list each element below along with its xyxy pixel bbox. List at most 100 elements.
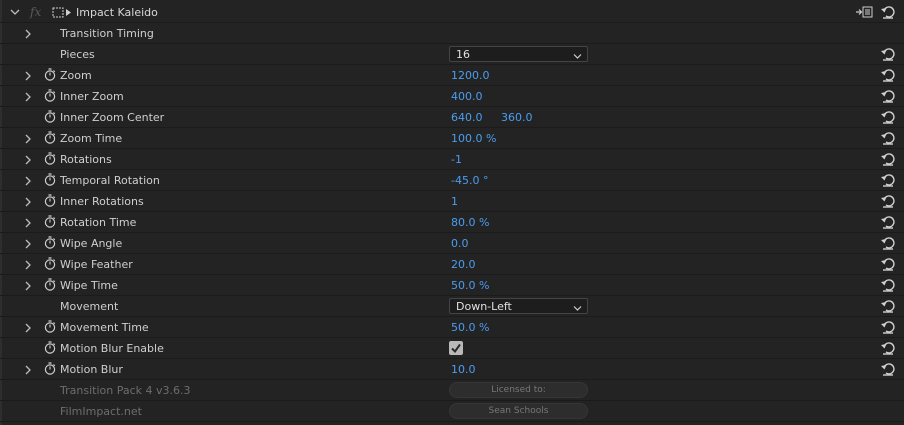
param-label: Inner Rotations [60, 195, 144, 208]
param-value[interactable]: 1 [451, 195, 458, 208]
stopwatch-icon[interactable] [44, 68, 56, 81]
reset-icon[interactable] [880, 236, 896, 250]
reset-icon[interactable] [880, 341, 896, 355]
reset-icon[interactable] [880, 47, 896, 61]
param-value[interactable]: 50.0 % [451, 321, 489, 334]
reset-icon[interactable] [880, 362, 896, 376]
chevron-right-icon[interactable] [23, 176, 33, 186]
param-row-motion-blur-enable: Motion Blur Enable [0, 338, 904, 359]
param-row-wipe-feather: Wipe Feather 20.0 [0, 254, 904, 275]
reset-icon[interactable] [880, 89, 896, 103]
param-row-inner-zoom-center: Inner Zoom Center 640.0 360.0 [0, 107, 904, 128]
param-label: Temporal Rotation [60, 174, 160, 187]
param-value[interactable]: 10.0 [451, 363, 476, 376]
chevron-right-icon[interactable] [23, 323, 33, 333]
effect-title: Impact Kaleido [76, 6, 158, 19]
param-row-transition-pack-4-v3-6-3: Transition Pack 4 v3.6.3 Licensed to: [0, 380, 904, 401]
param-value[interactable]: 20.0 [451, 258, 476, 271]
stopwatch-icon[interactable] [44, 215, 56, 228]
param-value[interactable]: 640.0 [451, 111, 483, 124]
param-row-temporal-rotation: Temporal Rotation -45.0 ° [0, 170, 904, 191]
reset-icon[interactable] [880, 110, 896, 124]
reset-icon[interactable] [880, 131, 896, 145]
movement-dropdown[interactable]: Down-Left [449, 298, 588, 314]
effect-header-row[interactable]: fx Impact Kaleido [0, 2, 904, 23]
param-row-zoom-time: Zoom Time 100.0 % [0, 128, 904, 149]
param-value[interactable]: 1200.0 [451, 69, 490, 82]
param-label: Pieces [60, 48, 95, 61]
param-value[interactable]: 50.0 % [451, 279, 489, 292]
license-button[interactable]: Sean Schools [449, 403, 588, 419]
param-label: Movement Time [60, 321, 149, 334]
chevron-right-icon[interactable] [23, 365, 33, 375]
reset-icon[interactable] [880, 194, 896, 208]
param-label: Zoom Time [60, 132, 123, 145]
chevron-right-icon[interactable] [23, 29, 33, 39]
chevron-right-icon[interactable] [23, 260, 33, 270]
param-value[interactable]: 0.0 [451, 237, 469, 250]
reset-icon[interactable] [880, 215, 896, 229]
param-label: FilmImpact.net [60, 405, 142, 418]
reset-icon[interactable] [880, 5, 896, 19]
stopwatch-icon[interactable] [44, 131, 56, 144]
stopwatch-icon[interactable] [44, 173, 56, 186]
chevron-right-icon[interactable] [23, 92, 33, 102]
fx-icon[interactable]: fx [30, 5, 41, 19]
stopwatch-icon[interactable] [44, 194, 56, 207]
chevron-right-icon[interactable] [23, 197, 33, 207]
param-label: Inner Zoom [60, 90, 124, 103]
param-value[interactable]: 80.0 % [451, 216, 489, 229]
param-row-filmimpact-net: FilmImpact.net Sean Schools [0, 401, 904, 422]
param-label: Zoom [60, 69, 92, 82]
reset-icon[interactable] [880, 257, 896, 271]
stopwatch-icon[interactable] [44, 341, 56, 354]
license-button[interactable]: Licensed to: [449, 382, 588, 398]
motion-blur-enable-checkbox[interactable] [449, 341, 463, 355]
effect-controls-panel: fx Impact Kaleido Transition Timing Piece… [0, 0, 904, 425]
stopwatch-icon[interactable] [44, 278, 56, 291]
param-value[interactable]: 100.0 % [451, 132, 496, 145]
chevron-right-icon[interactable] [23, 155, 33, 165]
chevron-down-icon [573, 50, 582, 63]
reset-icon[interactable] [880, 152, 896, 166]
reset-icon[interactable] [880, 320, 896, 334]
toggle-animation-icon[interactable] [855, 6, 873, 21]
param-row-wipe-angle: Wipe Angle 0.0 [0, 233, 904, 254]
stopwatch-icon[interactable] [44, 236, 56, 249]
param-label: Wipe Feather [60, 258, 133, 271]
param-row-rotations: Rotations -1 [0, 149, 904, 170]
chevron-right-icon[interactable] [23, 71, 33, 81]
reset-icon[interactable] [880, 299, 896, 313]
stopwatch-icon[interactable] [44, 152, 56, 165]
param-row-movement: Movement Down-Left [0, 296, 904, 317]
stopwatch-icon[interactable] [44, 362, 56, 375]
param-label: Transition Pack 4 v3.6.3 [60, 384, 191, 397]
chevron-right-icon[interactable] [23, 281, 33, 291]
param-label: Inner Zoom Center [60, 111, 165, 124]
chevron-right-icon[interactable] [23, 134, 33, 144]
chevron-down-icon[interactable] [10, 7, 20, 17]
reset-icon[interactable] [880, 68, 896, 82]
param-label: Rotations [60, 153, 112, 166]
stopwatch-icon[interactable] [44, 257, 56, 270]
chevron-right-icon[interactable] [23, 239, 33, 249]
stopwatch-icon[interactable] [44, 89, 56, 102]
reset-icon[interactable] [880, 173, 896, 187]
chevron-right-icon[interactable] [23, 218, 33, 228]
dropdown-value: 16 [456, 48, 470, 61]
dropdown-value: Down-Left [456, 300, 512, 313]
pieces-dropdown[interactable]: 16 [449, 46, 588, 62]
param-row-transition-timing: Transition Timing [0, 23, 904, 44]
stopwatch-icon[interactable] [44, 320, 56, 333]
param-row-zoom: Zoom 1200.0 [0, 65, 904, 86]
stopwatch-icon[interactable] [44, 110, 56, 123]
param-value[interactable]: 400.0 [451, 90, 483, 103]
reset-icon[interactable] [880, 278, 896, 292]
mask-rectangle-icon[interactable] [52, 7, 72, 21]
param-row-inner-rotations: Inner Rotations 1 [0, 191, 904, 212]
chevron-down-icon [573, 302, 582, 315]
param-value[interactable]: -45.0 ° [451, 174, 488, 187]
param-value[interactable]: -1 [451, 153, 462, 166]
param-label: Movement [60, 300, 119, 313]
param-value-y[interactable]: 360.0 [501, 111, 533, 124]
